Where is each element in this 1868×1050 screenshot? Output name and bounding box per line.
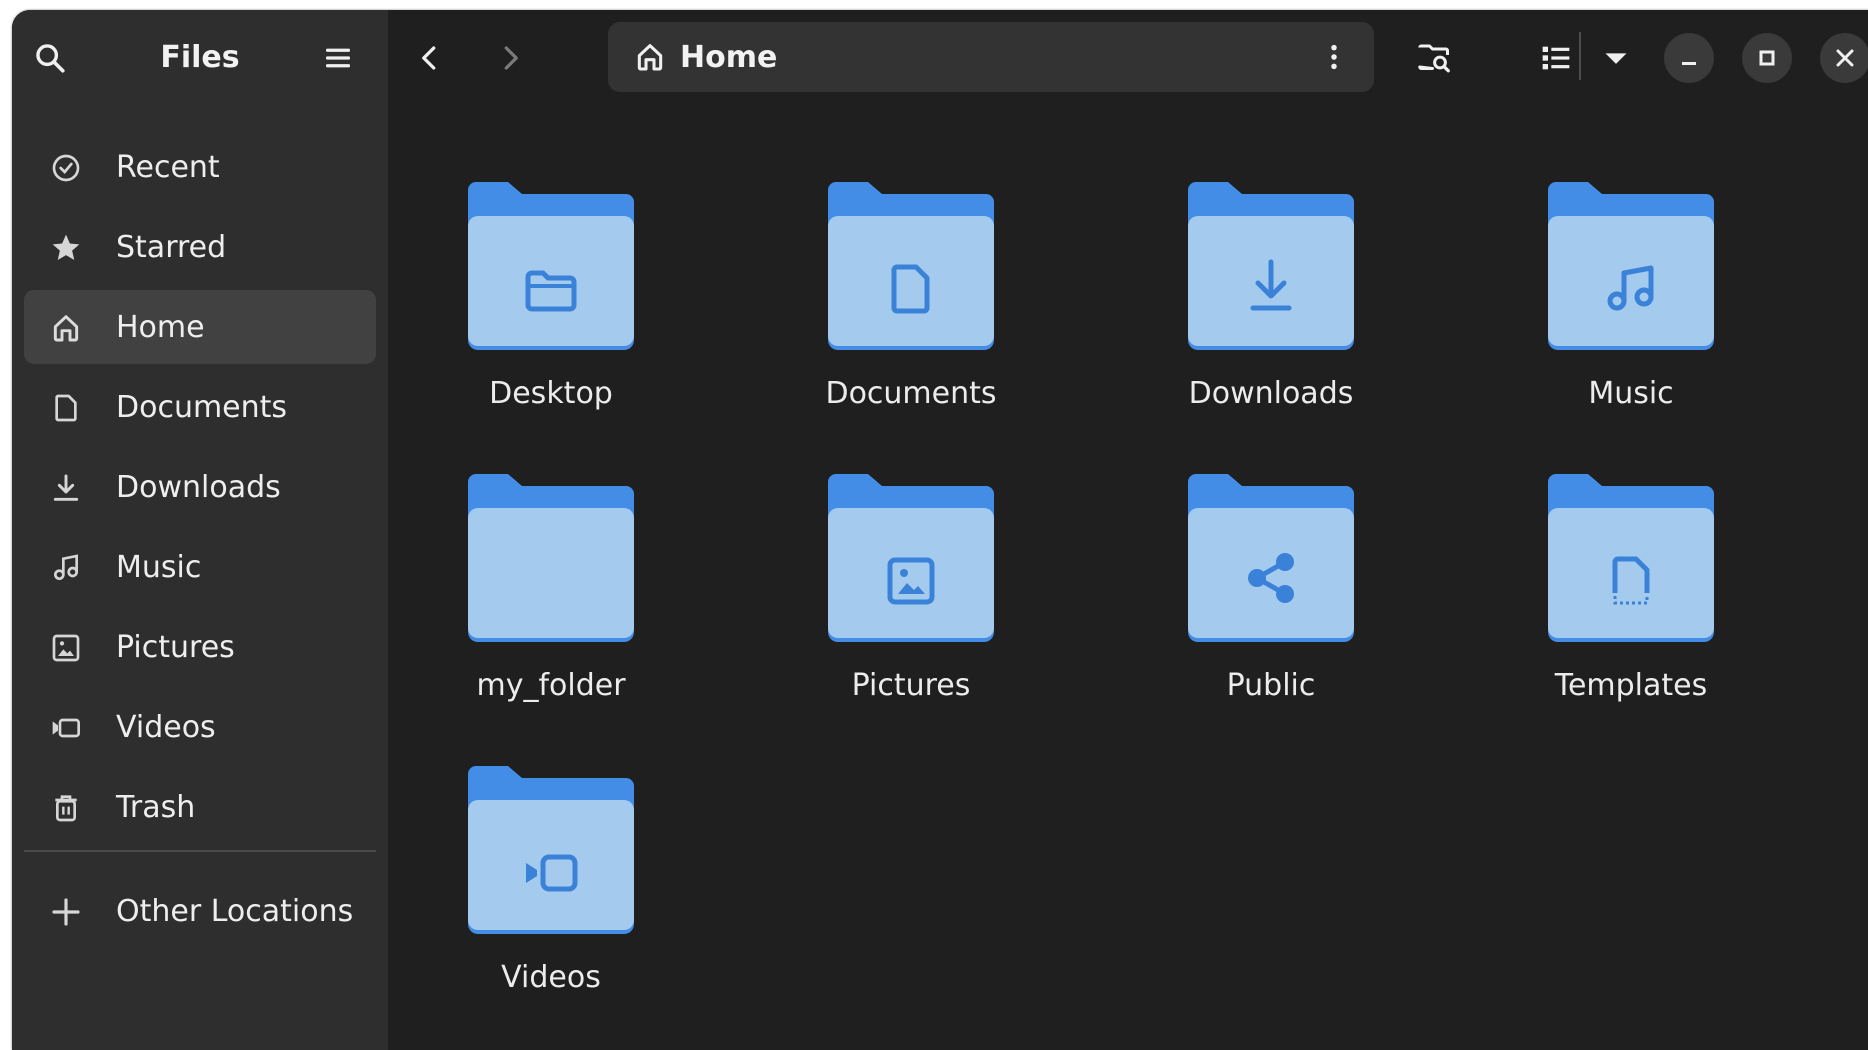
folder-icon [468, 766, 634, 934]
list-view-icon [1542, 46, 1570, 70]
sidebar-item-downloads[interactable]: Downloads [24, 450, 376, 524]
vertical-dots-icon [1331, 44, 1337, 70]
sidebar-item-label: Videos [116, 709, 216, 745]
sidebar-item-label: Music [116, 549, 202, 585]
folder-item-videos[interactable]: Videos [388, 690, 688, 995]
view-button-separator [1579, 32, 1581, 80]
sidebar-places-list: Recent Starred Home Documents Downloads … [24, 130, 376, 850]
minimize-icon [1682, 62, 1696, 65]
header-bar: Home [388, 10, 1868, 106]
sidebar-header: Files [12, 10, 388, 106]
sidebar-item-label: Documents [116, 389, 288, 425]
sidebar-item-documents[interactable]: Documents [24, 370, 376, 444]
close-icon [1836, 49, 1854, 67]
document-icon [55, 394, 77, 422]
chevron-right-icon [504, 46, 518, 70]
files-window: Files Recent Starred Home Documents Down… [12, 10, 1868, 1050]
music-icon [53, 554, 78, 580]
maximize-icon [1759, 50, 1775, 66]
video-icon [52, 718, 80, 738]
sidebar-item-starred[interactable]: Starred [24, 210, 376, 284]
folder-search-icon [1418, 44, 1450, 73]
sidebar-item-label: Pictures [116, 629, 235, 665]
back-button[interactable] [402, 30, 458, 86]
folder-icon [1548, 474, 1714, 642]
folder-icon [828, 182, 994, 350]
folder-icon [1188, 474, 1354, 642]
folder-name: Videos [501, 960, 601, 995]
folder-icon [468, 182, 634, 350]
sidebar: Files Recent Starred Home Documents Down… [12, 10, 388, 1050]
folder-icon [828, 474, 994, 642]
hamburger-menu-icon [326, 48, 350, 68]
home-icon [53, 315, 79, 342]
clock-icon [52, 154, 80, 182]
path-current-folder[interactable]: Home [680, 40, 777, 75]
sidebar-item-label: Downloads [116, 469, 281, 505]
sidebar-item-videos[interactable]: Videos [24, 690, 376, 764]
home-icon [637, 44, 663, 71]
view-options-dropdown[interactable] [1588, 30, 1644, 86]
folder-icon [1548, 182, 1714, 350]
folder-item-music[interactable]: Music [1468, 106, 1768, 411]
sidebar-item-label: Trash [116, 789, 196, 825]
path-bar[interactable]: Home [608, 22, 1374, 92]
sidebar-other-locations-section: Other Locations [24, 874, 376, 954]
sidebar-item-trash[interactable]: Trash [24, 770, 376, 844]
sidebar-item-label: Recent [116, 149, 220, 185]
sidebar-item-label: Other Locations [116, 893, 354, 929]
sidebar-item-pictures[interactable]: Pictures [24, 610, 376, 684]
folder-name: Public [1226, 668, 1316, 703]
search-folder-button[interactable] [1406, 30, 1462, 86]
chevron-left-icon [422, 46, 436, 70]
folder-name: Templates [1554, 668, 1708, 703]
star-icon [52, 234, 80, 260]
close-button[interactable] [1820, 33, 1868, 83]
folder-item-public[interactable]: Public [1108, 398, 1408, 703]
folder-item-pictures[interactable]: Pictures [748, 398, 1048, 703]
folder-item-templates[interactable]: Templates [1468, 398, 1768, 703]
folder-item-my-folder[interactable]: my_folder [388, 398, 688, 703]
folder-item-desktop[interactable]: Desktop [388, 106, 688, 411]
forward-button[interactable] [482, 30, 538, 86]
maximize-button[interactable] [1742, 33, 1792, 83]
plus-icon [52, 898, 80, 926]
view-list-button[interactable] [1528, 30, 1584, 86]
sidebar-item-recent[interactable]: Recent [24, 130, 376, 204]
folder-item-downloads[interactable]: Downloads [1108, 106, 1408, 411]
folder-item-documents[interactable]: Documents [748, 106, 1048, 411]
path-menu-button[interactable] [1306, 29, 1362, 85]
trash-icon [55, 795, 77, 822]
download-icon [53, 474, 79, 501]
sidebar-item-other-locations[interactable]: Other Locations [24, 874, 376, 948]
sidebar-item-label: Home [116, 309, 205, 345]
folder-icon [1188, 182, 1354, 350]
minimize-button[interactable] [1664, 33, 1714, 83]
folder-icon [468, 474, 634, 642]
folder-grid: Desktop Documents Downloads Music my_fol… [388, 106, 1868, 1050]
main-menu-button[interactable] [310, 30, 366, 86]
caret-down-icon [1605, 53, 1627, 64]
sidebar-item-music[interactable]: Music [24, 530, 376, 604]
sidebar-divider [24, 850, 376, 852]
picture-icon [52, 634, 80, 662]
sidebar-item-home[interactable]: Home [24, 290, 376, 364]
sidebar-item-label: Starred [116, 229, 227, 265]
folder-name: Pictures [851, 668, 971, 703]
